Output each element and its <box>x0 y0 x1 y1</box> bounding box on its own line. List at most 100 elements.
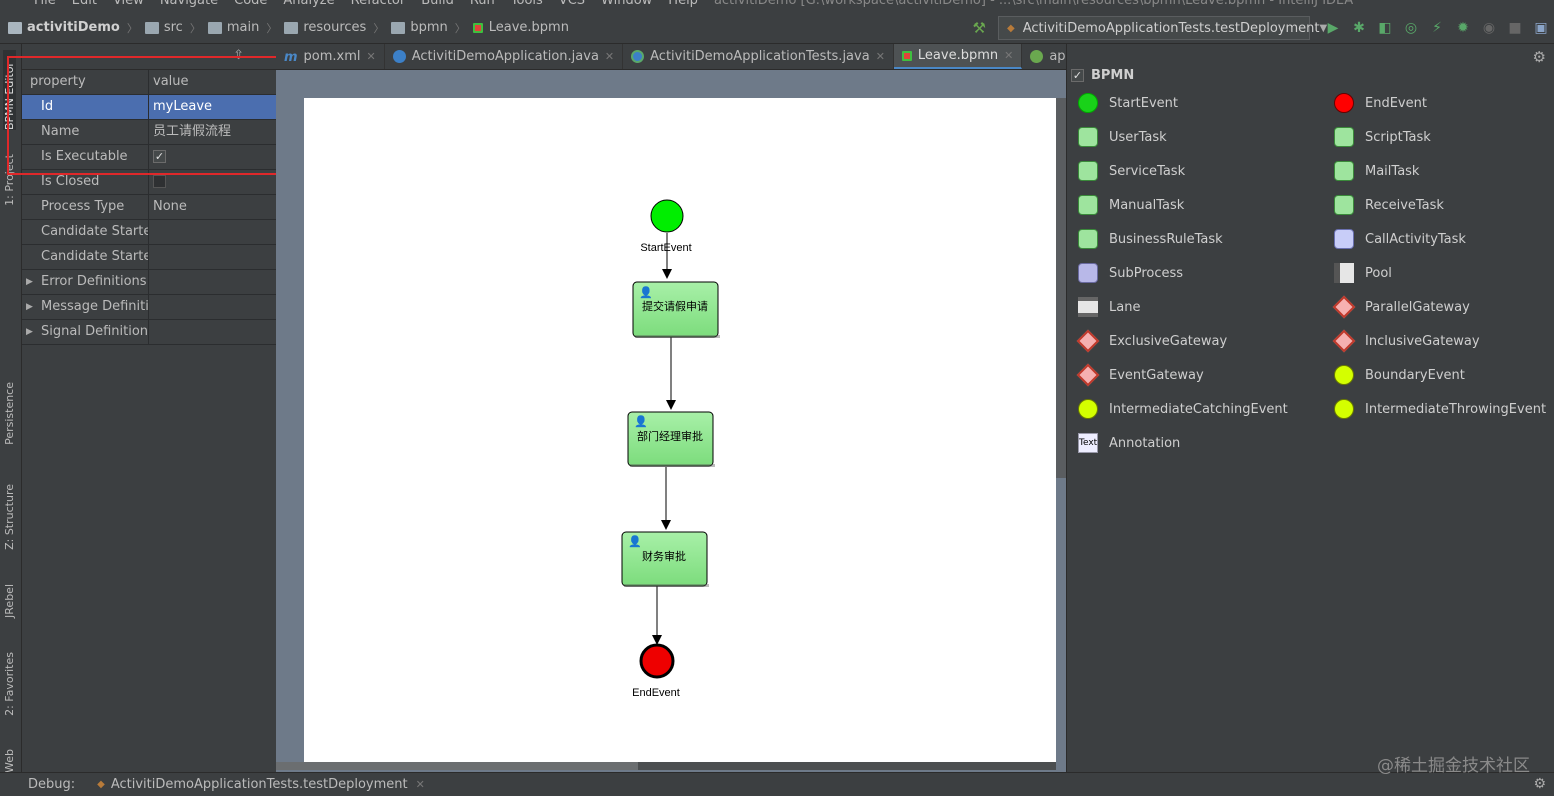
stop-icon[interactable]: ■ <box>1502 16 1528 40</box>
user-task-1[interactable]: 👤 提交请假申请 <box>632 281 720 338</box>
menu-item-vcs[interactable]: VCS <box>559 0 585 8</box>
property-row[interactable]: Candidate Starter <box>22 245 276 270</box>
breadcrumb-item[interactable]: resources <box>284 20 366 35</box>
palette-item-eventgateway[interactable]: EventGateway <box>1076 363 1204 387</box>
menu-item-code[interactable]: Code <box>234 0 267 8</box>
property-row[interactable]: ▶ Error Definitions <box>22 270 276 295</box>
palette-item-parallelgateway[interactable]: ParallelGateway <box>1332 295 1470 319</box>
property-value[interactable] <box>149 245 276 269</box>
menu-item-help[interactable]: Help <box>668 0 698 8</box>
user-task-3[interactable]: 👤 财务审批 <box>621 531 709 587</box>
property-value[interactable] <box>149 295 276 319</box>
tool-favorites[interactable]: 2: Favorites <box>3 652 16 716</box>
run-config-select[interactable]: ◆ ActivitiDemoApplicationTests.testDeplo… <box>998 16 1327 40</box>
breadcrumb-item[interactable]: src <box>144 20 183 35</box>
tool-persistence[interactable]: Persistence <box>3 382 16 445</box>
user-task-2[interactable]: 👤 部门经理审批 <box>627 411 715 467</box>
close-icon[interactable]: ✕ <box>1004 49 1013 62</box>
gear-icon[interactable]: ⚙ <box>1533 776 1546 792</box>
tool-jrebel[interactable]: JRebel <box>3 584 16 618</box>
palette-item-scripttask[interactable]: ScriptTask <box>1334 127 1431 147</box>
palette-item-startevent[interactable]: StartEvent <box>1078 93 1178 113</box>
close-icon[interactable]: ✕ <box>416 778 425 791</box>
palette-item-intermediatecatchingevent[interactable]: IntermediateCatchingEvent <box>1078 399 1288 419</box>
start-event[interactable] <box>650 199 684 233</box>
palette-item-boundaryevent[interactable]: BoundaryEvent <box>1334 365 1465 385</box>
palette-item-callactivitytask[interactable]: CallActivityTask <box>1334 229 1466 249</box>
close-icon[interactable]: ✕ <box>367 50 376 63</box>
tool-structure[interactable]: Z: Structure <box>3 484 16 550</box>
jrebel-run-icon[interactable]: ⚡ <box>1424 16 1450 40</box>
palette-item-mailtask[interactable]: MailTask <box>1334 161 1419 181</box>
property-row[interactable]: ▶ Message Definitio <box>22 295 276 320</box>
debug-icon[interactable]: ✱ <box>1346 16 1372 40</box>
menu-item-run[interactable]: Run <box>470 0 495 8</box>
profile-icon[interactable]: ◎ <box>1398 16 1424 40</box>
property-row[interactable]: Is Closed <box>22 170 276 195</box>
close-icon[interactable]: ✕ <box>876 50 885 63</box>
property-row[interactable]: Process Type None <box>22 195 276 220</box>
breadcrumb-item[interactable]: bpmn <box>391 20 448 35</box>
debug-label[interactable]: Debug: <box>28 777 75 792</box>
scroll-thumb[interactable] <box>276 762 638 770</box>
property-checkbox[interactable] <box>153 175 166 188</box>
expand-icon[interactable]: ▶ <box>26 320 33 344</box>
property-value[interactable]: None <box>149 195 276 219</box>
tool-project[interactable]: 1: Project <box>3 154 16 206</box>
tab-leave-bpmn[interactable]: Leave.bpmn ✕ <box>893 44 1023 69</box>
palette-group-header[interactable]: ✓ BPMN <box>1071 68 1134 83</box>
palette-item-exclusivegateway[interactable]: ExclusiveGateway <box>1076 329 1227 353</box>
property-value[interactable] <box>149 270 276 294</box>
vertical-scrollbar[interactable] <box>1056 98 1066 478</box>
coverage-icon[interactable]: ◧ <box>1372 16 1398 40</box>
menu-item-file[interactable]: File <box>34 0 56 8</box>
palette-item-servicetask[interactable]: ServiceTask <box>1078 161 1185 181</box>
palette-item-inclusivegateway[interactable]: InclusiveGateway <box>1332 329 1480 353</box>
menu-item-analyze[interactable]: Analyze <box>283 0 334 8</box>
palette-item-manualtask[interactable]: ManualTask <box>1078 195 1184 215</box>
palette-item-usertask[interactable]: UserTask <box>1078 127 1167 147</box>
property-row[interactable]: Candidate Starter <box>22 220 276 245</box>
palette-item-annotation[interactable]: Text Annotation <box>1078 433 1180 453</box>
build-icon[interactable]: ⚒ <box>973 19 986 37</box>
menu-item-view[interactable]: View <box>113 0 144 8</box>
breadcrumb-item[interactable]: Leave.bpmn <box>472 20 569 35</box>
palette-item-endevent[interactable]: EndEvent <box>1334 93 1427 113</box>
property-row[interactable]: Is Executable ✓ <box>22 145 276 170</box>
breadcrumb-item[interactable]: main <box>207 20 259 35</box>
expand-icon[interactable]: ▶ <box>26 295 33 319</box>
palette-group-checkbox[interactable]: ✓ <box>1071 69 1084 82</box>
palette-item-businessruletask[interactable]: BusinessRuleTask <box>1078 229 1223 249</box>
tab-applic[interactable]: applic✕ <box>1022 44 1066 69</box>
property-value[interactable]: ✓ <box>149 145 276 169</box>
palette-item-intermediatethrowingevent[interactable]: IntermediateThrowingEvent <box>1334 399 1546 419</box>
palette-item-subprocess[interactable]: SubProcess <box>1078 263 1183 283</box>
menu-item-refactor[interactable]: Refactor <box>351 0 406 8</box>
palette-item-lane[interactable]: Lane <box>1078 297 1140 317</box>
breadcrumb-item[interactable]: activitiDemo <box>8 20 120 35</box>
debug-session-tab[interactable]: ActivitiDemoApplicationTests.testDeploym… <box>111 777 408 792</box>
property-checkbox[interactable]: ✓ <box>153 150 166 163</box>
close-icon[interactable]: ✕ <box>605 50 614 63</box>
property-row[interactable]: Name 员工请假流程 <box>22 120 276 145</box>
end-event[interactable] <box>639 643 675 679</box>
horizontal-scrollbar[interactable] <box>276 762 1056 770</box>
tab-activitidemoapplicationtests-java[interactable]: ActivitiDemoApplicationTests.java ✕ <box>623 44 894 69</box>
palette-item-pool[interactable]: Pool <box>1334 263 1392 283</box>
expand-icon[interactable]: ▶ <box>26 270 33 294</box>
property-value[interactable] <box>149 220 276 244</box>
tab-activitidemoapplication-java[interactable]: ActivitiDemoApplication.java ✕ <box>385 44 624 69</box>
menu-item-build[interactable]: Build <box>421 0 454 8</box>
run-icon[interactable]: ▶ <box>1320 16 1346 40</box>
menu-item-navigate[interactable]: Navigate <box>160 0 218 8</box>
jrebel-debug-icon[interactable]: ✹ <box>1450 16 1476 40</box>
tool-bpmn-editor[interactable]: BPMN Editor <box>3 50 16 130</box>
menu-item-edit[interactable]: Edit <box>72 0 97 8</box>
gear-icon[interactable]: ⚙ <box>1533 48 1546 66</box>
tab-pom-xml[interactable]: m pom.xml ✕ <box>276 44 385 69</box>
diagram-canvas[interactable]: StartEvent 👤 提交请假申请 👤 部门经理审批 👤 财务审批 EndE… <box>304 98 1056 762</box>
tool-web[interactable]: Web <box>3 749 16 773</box>
property-row[interactable]: ▶ Signal Definitions <box>22 320 276 345</box>
pin-icon[interactable]: ⇳ <box>233 48 244 63</box>
palette-item-receivetask[interactable]: ReceiveTask <box>1334 195 1444 215</box>
